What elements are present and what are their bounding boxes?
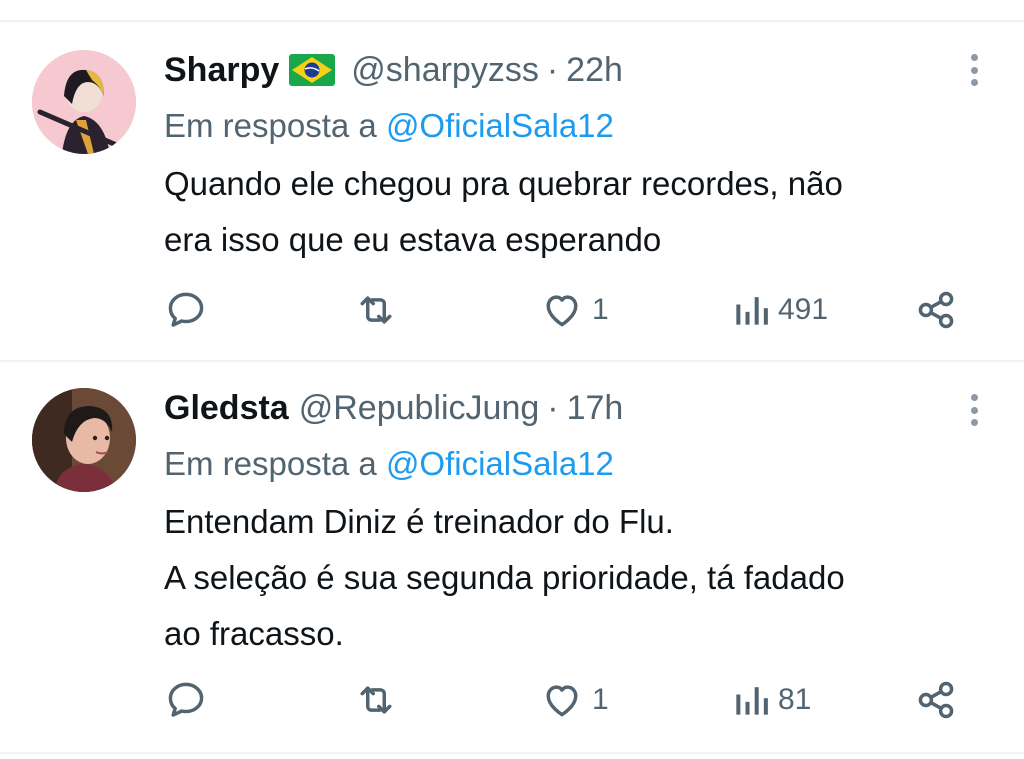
reply-context: Em resposta a @OficialSala12 [164, 106, 984, 146]
share-button[interactable] [914, 676, 958, 724]
reply-feed: Sharpy @sharpyzss · 22h Em resposta a @O… [0, 0, 1024, 759]
tweet-text-line: Entendam Diniz é treinador do Flu. [164, 503, 674, 540]
tweet-text: Quando ele chegou pra quebrar recordes, … [164, 156, 984, 268]
timestamp[interactable]: 17h [567, 389, 624, 428]
reply-prefix: Em resposta a [164, 107, 377, 144]
avatar[interactable] [32, 388, 136, 492]
tweet-header: Sharpy @sharpyzss · 22h [164, 50, 984, 90]
like-count: 1 [592, 683, 609, 716]
more-icon[interactable] [964, 50, 984, 90]
like-button[interactable]: 1 [540, 676, 609, 724]
share-icon [918, 291, 954, 329]
reply-prefix: Em resposta a [164, 445, 377, 482]
views-icon [736, 687, 768, 715]
avatar[interactable] [32, 50, 136, 154]
tweet[interactable]: Sharpy @sharpyzss · 22h Em resposta a @O… [0, 22, 1024, 360]
retweet-icon [360, 296, 392, 324]
action-bar: 1 491 [160, 286, 970, 334]
views-icon [736, 297, 768, 325]
views-button[interactable]: 81 [732, 676, 811, 724]
reply-button[interactable] [164, 286, 208, 334]
handle[interactable]: @RepublicJung [299, 389, 540, 428]
share-button[interactable] [914, 286, 958, 334]
tweet-text: Entendam Diniz é treinador do Flu. A sel… [164, 494, 984, 662]
like-count: 1 [592, 293, 609, 326]
retweet-button[interactable] [354, 676, 398, 724]
tweet-text-line: Quando ele chegou pra quebrar recordes, … [164, 165, 843, 202]
divider [0, 752, 1024, 754]
retweet-icon [360, 686, 392, 714]
separator: · [546, 50, 559, 89]
share-icon [918, 681, 954, 719]
reply-icon [168, 682, 204, 717]
display-name[interactable]: Gledsta [164, 389, 289, 428]
action-bar: 1 81 [160, 676, 970, 724]
reply-mention-link[interactable]: @OficialSala12 [386, 445, 614, 482]
timestamp[interactable]: 22h [566, 51, 623, 90]
retweet-button[interactable] [354, 286, 398, 334]
reply-button[interactable] [164, 676, 208, 724]
view-count: 81 [778, 683, 812, 716]
views-button[interactable]: 491 [732, 286, 828, 334]
view-count: 491 [778, 293, 829, 326]
more-icon[interactable] [964, 390, 984, 430]
display-name[interactable]: Sharpy [164, 51, 279, 90]
tweet-header: Gledsta @RepublicJung · 17h [164, 388, 984, 428]
like-icon [546, 295, 578, 327]
brazil-flag-icon [289, 54, 336, 86]
tweet-text-line: era isso que eu estava esperando [164, 221, 662, 258]
reply-icon [168, 292, 204, 327]
like-icon [546, 685, 578, 717]
handle[interactable]: @sharpyzss [351, 51, 539, 90]
separator: · [547, 388, 559, 427]
tweet-text-line: ao fracasso. [164, 615, 344, 652]
reply-mention-link[interactable]: @OficialSala12 [386, 107, 614, 144]
tweet-text-line: A seleção é sua segunda prioridade, tá f… [164, 559, 845, 596]
tweet[interactable]: Gledsta @RepublicJung · 17h Em resposta … [0, 362, 1024, 752]
like-button[interactable]: 1 [540, 286, 609, 334]
reply-context: Em resposta a @OficialSala12 [164, 444, 984, 484]
